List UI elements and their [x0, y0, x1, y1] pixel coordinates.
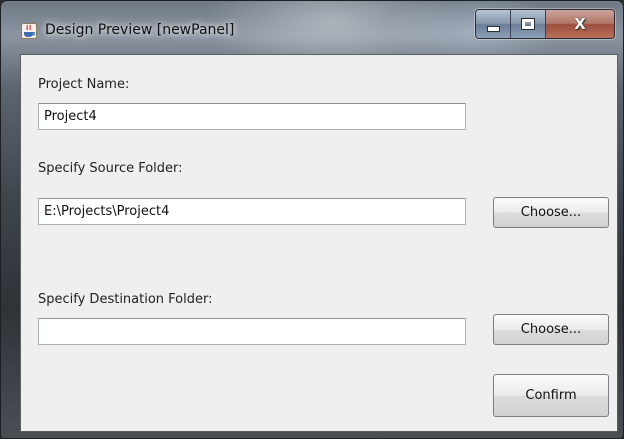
- title-bar[interactable]: Design Preview [newPanel] X: [1, 1, 623, 47]
- project-name-label: Project Name:: [38, 77, 130, 92]
- destination-folder-label: Specify Destination Folder:: [38, 292, 213, 307]
- maximize-button[interactable]: [511, 10, 546, 38]
- destination-folder-input[interactable]: [38, 318, 466, 345]
- minimize-icon: [486, 25, 500, 32]
- java-coffee-cup-icon[interactable]: [21, 23, 37, 39]
- close-button[interactable]: X: [546, 10, 614, 38]
- maximize-icon: [521, 18, 535, 30]
- close-icon: X: [574, 15, 586, 33]
- choose-source-folder-button[interactable]: Choose...: [493, 197, 609, 228]
- confirm-button[interactable]: Confirm: [493, 374, 609, 417]
- dialog-content-panel: Project Name: Specify Source Folder: Cho…: [20, 54, 618, 432]
- caption-buttons: X: [475, 9, 615, 39]
- choose-destination-folder-button[interactable]: Choose...: [493, 314, 609, 345]
- source-folder-label: Specify Source Folder:: [38, 161, 183, 176]
- window-title: Design Preview [newPanel]: [45, 22, 235, 38]
- minimize-button[interactable]: [476, 10, 511, 38]
- source-folder-input[interactable]: [38, 198, 466, 225]
- project-name-input[interactable]: [38, 103, 466, 130]
- design-preview-window: Design Preview [newPanel] X Project Name…: [0, 0, 624, 439]
